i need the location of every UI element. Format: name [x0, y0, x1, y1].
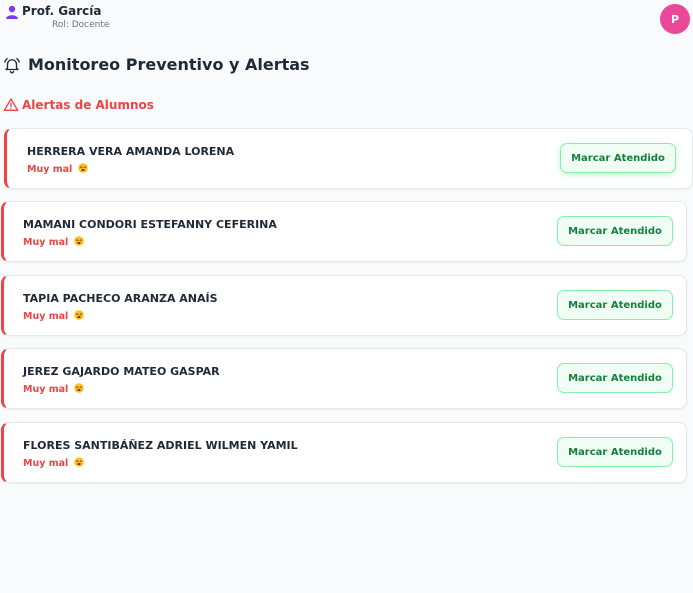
status-text: Muy mal	[27, 164, 73, 175]
user-info: Prof. García Rol: Docente	[5, 4, 109, 31]
page-title: Monitoreo Preventivo y Alertas	[3, 55, 310, 74]
student-name: MAMANI CONDORI ESTEFANNY CEFERINA	[23, 218, 277, 231]
status-text: Muy mal	[23, 384, 69, 395]
alert-card: MAMANI CONDORI ESTEFANNY CEFERINA Muy ma…	[1, 201, 687, 262]
user-role: Rol: Docente	[52, 20, 110, 30]
alert-card: FLORES SANTIBÁÑEZ ADRIEL WILMEN YAMIL Mu…	[1, 422, 687, 483]
top-bar: Prof. García Rol: Docente P	[0, 0, 693, 36]
status-text: Muy mal	[23, 458, 69, 469]
status-text: Muy mal	[23, 311, 69, 322]
mark-attended-button[interactable]: Marcar Atendido	[557, 216, 673, 246]
student-status: Muy mal	[23, 236, 84, 248]
mark-attended-button[interactable]: Marcar Atendido	[557, 437, 673, 467]
student-status: Muy mal	[27, 163, 88, 175]
tired-face-emoji-icon	[73, 310, 84, 320]
alert-card: JEREZ GAJARDO MATEO GASPAR Muy mal Marca…	[1, 348, 687, 409]
mark-attended-button[interactable]: Marcar Atendido	[557, 290, 673, 320]
tired-face-emoji-icon	[77, 163, 88, 173]
status-text: Muy mal	[23, 237, 69, 248]
tired-face-emoji-icon	[73, 457, 84, 467]
student-name: TAPIA PACHECO ARANZA ANAÍS	[23, 292, 218, 305]
user-icon	[6, 5, 18, 19]
section-header: Alertas de Alumnos	[3, 97, 154, 113]
bell-icon	[4, 57, 20, 73]
warning-triangle-icon	[3, 98, 19, 111]
alert-card: TAPIA PACHECO ARANZA ANAÍS Muy mal Marca…	[1, 275, 687, 336]
student-status: Muy mal	[23, 457, 84, 469]
student-name: JEREZ GAJARDO MATEO GASPAR	[23, 365, 220, 378]
student-status: Muy mal	[23, 310, 84, 322]
student-name: FLORES SANTIBÁÑEZ ADRIEL WILMEN YAMIL	[23, 439, 298, 452]
mark-attended-button[interactable]: Marcar Atendido	[560, 143, 676, 173]
tired-face-emoji-icon	[73, 383, 84, 393]
mark-attended-button[interactable]: Marcar Atendido	[557, 363, 673, 393]
page-title-text: Monitoreo Preventivo y Alertas	[28, 55, 310, 74]
section-title: Alertas de Alumnos	[22, 98, 154, 112]
avatar[interactable]: P	[660, 4, 690, 34]
student-name: HERRERA VERA AMANDA LORENA	[27, 145, 235, 158]
alert-card: HERRERA VERA AMANDA LORENA Muy mal Marca…	[4, 128, 693, 189]
tired-face-emoji-icon	[73, 236, 84, 246]
user-name: Prof. García	[22, 4, 102, 18]
student-status: Muy mal	[23, 383, 84, 395]
